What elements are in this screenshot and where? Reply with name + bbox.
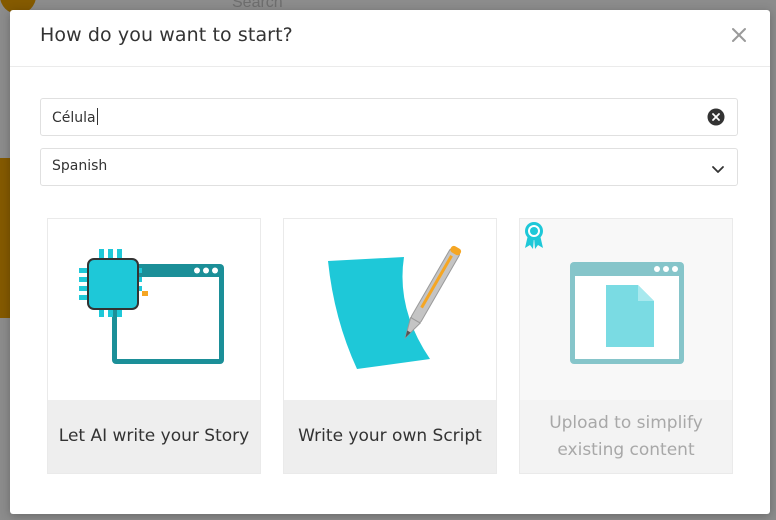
- clear-circle-icon: [707, 108, 725, 126]
- paper-pen-icon: [328, 245, 462, 369]
- card-footer: Write your own Script: [284, 400, 496, 473]
- card-label: Upload to simplify existing content: [549, 412, 703, 460]
- card-footer: Let AI write your Story: [48, 400, 260, 473]
- card-label: Write your own Script: [298, 426, 482, 446]
- card-illustration: [48, 219, 260, 401]
- card-own-script[interactable]: Write your own Script: [283, 218, 497, 474]
- text-caret: [96, 108, 98, 125]
- card-upload-content[interactable]: Upload to simplify existing content: [519, 218, 733, 474]
- chevron-down-icon: [712, 166, 724, 173]
- language-select[interactable]: Spanish: [40, 148, 738, 186]
- start-dialog: How do you want to start? Célula Spanish: [10, 10, 770, 514]
- clear-input-button[interactable]: [707, 108, 725, 126]
- card-footer: Upload to simplify existing content: [520, 400, 732, 473]
- card-label: Let AI write your Story: [58, 426, 250, 446]
- card-illustration: [284, 219, 496, 401]
- topic-input-value: Célula: [52, 110, 96, 126]
- card-ai-story[interactable]: Let AI write your Story: [47, 218, 261, 474]
- ai-chip-window-icon: [79, 249, 224, 364]
- topic-input[interactable]: Célula: [40, 98, 738, 136]
- close-button[interactable]: [728, 24, 750, 46]
- language-select-value: Spanish: [52, 158, 108, 174]
- dialog-title: How do you want to start?: [40, 24, 293, 46]
- upload-document-window-icon: [570, 262, 684, 364]
- close-icon: [732, 28, 746, 42]
- premium-ribbon-icon: [525, 222, 543, 249]
- card-illustration: [520, 219, 732, 401]
- dialog-header: How do you want to start?: [10, 10, 770, 67]
